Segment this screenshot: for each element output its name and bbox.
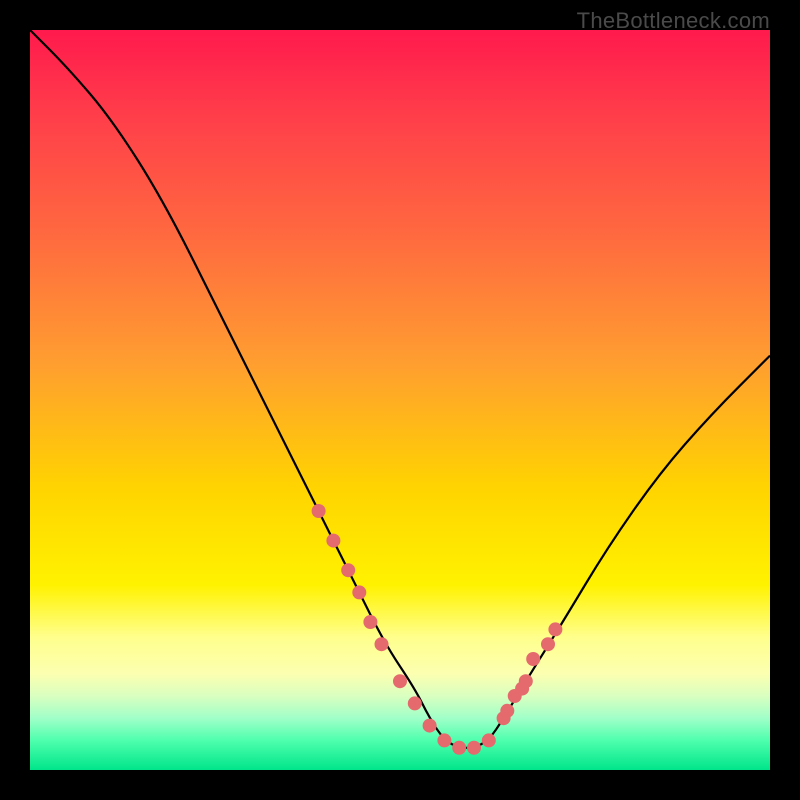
bottleneck-curve xyxy=(30,30,770,748)
valley-marker-dot xyxy=(393,674,407,688)
valley-marker-dot xyxy=(541,637,555,651)
watermark-text: TheBottleneck.com xyxy=(577,8,770,34)
valley-marker-dot xyxy=(312,504,326,518)
valley-marker-dot xyxy=(482,733,496,747)
valley-marker-dot xyxy=(548,622,562,636)
valley-marker-dot xyxy=(408,696,422,710)
valley-marker-dot xyxy=(519,674,533,688)
valley-marker-dot xyxy=(526,652,540,666)
valley-marker-dot xyxy=(437,733,451,747)
valley-marker-group xyxy=(312,504,563,755)
valley-marker-dot xyxy=(326,534,340,548)
valley-marker-dot xyxy=(363,615,377,629)
valley-marker-dot xyxy=(423,719,437,733)
curve-layer xyxy=(30,30,770,770)
valley-marker-dot xyxy=(375,637,389,651)
valley-marker-dot xyxy=(352,585,366,599)
valley-marker-dot xyxy=(341,563,355,577)
chart-container: TheBottleneck.com xyxy=(0,0,800,800)
valley-marker-dot xyxy=(500,704,514,718)
valley-marker-dot xyxy=(467,741,481,755)
valley-marker-dot xyxy=(452,741,466,755)
